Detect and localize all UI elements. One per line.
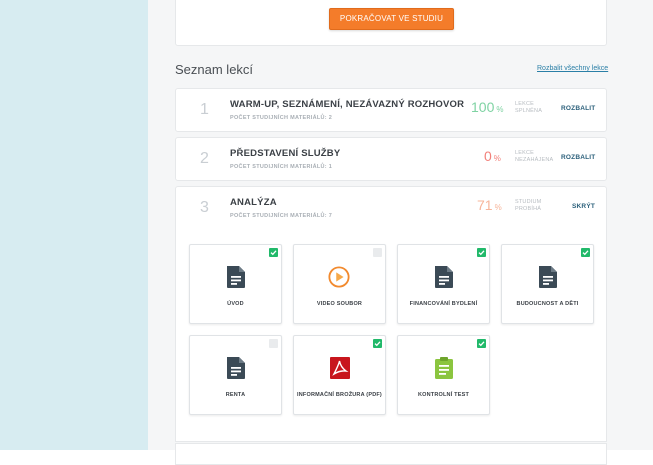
- lesson-status: STUDIUM PROBÍHÁ: [515, 199, 541, 213]
- completed-check-icon: [477, 248, 486, 257]
- status-line-2: NEZAHÁJENA: [515, 157, 554, 163]
- status-line-2: PROBÍHÁ: [515, 206, 542, 212]
- left-panel: [0, 0, 148, 450]
- material-label: FINANCOVÁNÍ BYDLENÍ: [409, 301, 478, 307]
- material-tile-video[interactable]: VIDEO SOUBOR: [293, 244, 386, 324]
- lesson-title: WARM-UP, SEZNÁMENÍ, NEZÁVAZNÝ ROZHOVOR: [230, 99, 465, 110]
- material-label: ÚVOD: [227, 301, 244, 307]
- material-tile-renta[interactable]: RENTA: [189, 335, 282, 415]
- lesson-row-3[interactable]: 3 ANALÝZA POČET STUDIJNÍCH MATERIÁLŮ: 7 …: [175, 186, 607, 230]
- percent-value: 71: [477, 197, 493, 213]
- lesson-row-2[interactable]: 2 PŘEDSTAVENÍ SLUŽBY POČET STUDIJNÍCH MA…: [175, 137, 607, 181]
- clipboard-test-icon: [435, 357, 453, 379]
- document-icon: [435, 266, 453, 288]
- lesson-materials-count: POČET STUDIJNÍCH MATERIÁLŮ: 2: [230, 115, 333, 121]
- percent-sign: %: [493, 154, 501, 163]
- completed-check-icon: [477, 339, 486, 348]
- material-tile-kontrolni-test[interactable]: KONTROLNÍ TEST: [397, 335, 490, 415]
- document-icon: [227, 266, 245, 288]
- lesson-materials-count: POČET STUDIJNÍCH MATERIÁLŮ: 7: [230, 213, 333, 219]
- incomplete-check-icon: [269, 339, 278, 348]
- expand-all-lessons-link[interactable]: Rozbalit všechny lekce: [537, 65, 608, 72]
- lesson-status: LEKCE NEZAHÁJENA: [515, 150, 553, 164]
- lesson-expand-button[interactable]: ROZBALIT: [561, 154, 595, 161]
- document-icon: [227, 357, 245, 379]
- lesson-progress-percent: 71%: [477, 197, 502, 213]
- status-line-1: LEKCE: [515, 101, 535, 107]
- percent-sign: %: [494, 203, 502, 212]
- percent-value: 0: [484, 148, 492, 164]
- lesson-materials-count: POČET STUDIJNÍCH MATERIÁLŮ: 1: [230, 164, 333, 170]
- lesson-progress-percent: 100%: [471, 99, 503, 115]
- lesson-title: PŘEDSTAVENÍ SLUŽBY: [230, 148, 341, 159]
- material-tile-uvod[interactable]: ÚVOD: [189, 244, 282, 324]
- lesson-number: 2: [200, 150, 209, 167]
- material-label: BUDOUCNOST A DĚTI: [516, 301, 579, 307]
- video-play-icon: [328, 266, 350, 288]
- completed-check-icon: [581, 248, 590, 257]
- document-icon: [539, 266, 557, 288]
- next-section-card: [175, 443, 607, 465]
- lesson-list-title: Seznam lekcí: [175, 62, 254, 77]
- completed-check-icon: [373, 339, 382, 348]
- status-line-1: LEKCE: [515, 150, 535, 156]
- material-tile-budoucnost[interactable]: BUDOUCNOST A DĚTI: [501, 244, 594, 324]
- lesson-row-1[interactable]: 1 WARM-UP, SEZNÁMENÍ, NEZÁVAZNÝ ROZHOVOR…: [175, 88, 607, 132]
- status-line-2: SPLNĚNA: [515, 108, 543, 114]
- lesson-number: 3: [200, 199, 209, 216]
- material-label: RENTA: [225, 392, 246, 398]
- pdf-icon: [330, 357, 350, 379]
- material-label: VIDEO SOUBOR: [316, 301, 363, 307]
- lesson-number: 1: [200, 101, 209, 118]
- lesson-collapse-button[interactable]: SKRÝT: [572, 203, 595, 210]
- percent-sign: %: [496, 105, 504, 114]
- lesson-expand-button[interactable]: ROZBALIT: [561, 105, 595, 112]
- continue-study-button[interactable]: POKRAČOVAT VE STUDIU: [329, 8, 454, 30]
- lesson-progress-percent: 0%: [484, 148, 501, 164]
- material-tile-brozura-pdf[interactable]: INFORMAČNÍ BROŽURA (PDF): [293, 335, 386, 415]
- incomplete-check-icon: [373, 248, 382, 257]
- material-tile-financovani[interactable]: FINANCOVÁNÍ BYDLENÍ: [397, 244, 490, 324]
- lesson-title: ANALÝZA: [230, 197, 277, 208]
- completed-check-icon: [269, 248, 278, 257]
- percent-value: 100: [471, 99, 495, 115]
- material-label: KONTROLNÍ TEST: [417, 392, 470, 398]
- lesson-status: LEKCE SPLNĚNA: [515, 101, 542, 115]
- material-label: INFORMAČNÍ BROŽURA (PDF): [297, 392, 382, 398]
- status-line-1: STUDIUM: [515, 199, 542, 205]
